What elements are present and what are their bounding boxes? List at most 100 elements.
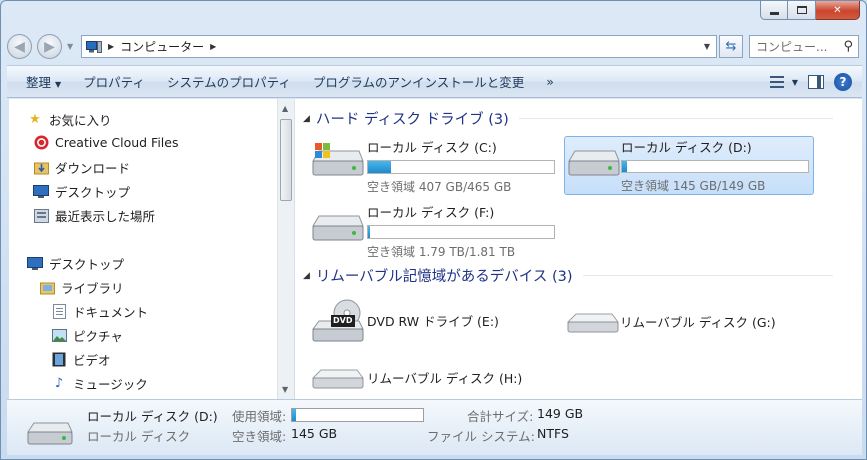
details-total-label: 合計サイズ: [467,409,534,424]
drive-free-space: 空き領域 145 GB/149 GB [621,179,766,193]
downloads-folder-icon [33,160,49,176]
properties-button[interactable]: プロパティ [72,72,156,91]
removable-disk-icon [309,356,365,398]
nav-creative-cloud-label: Creative Cloud Files [55,134,179,150]
nav-downloads[interactable]: ダウンロード [33,158,130,177]
search-input[interactable]: コンピュー... ⚲ [749,35,859,58]
navigation-pane-scrollbar[interactable]: ▲ ▼ [277,99,294,399]
details-filesystem-label: ファイル システム: [427,429,535,444]
chevron-down-icon: ▼ [791,77,798,87]
hard-disk-group-header[interactable]: ◢ ハード ディスク ドライブ (3) [303,108,833,129]
organize-label: 整理 [26,75,52,90]
videos-icon [51,352,67,368]
scroll-down-icon[interactable]: ▼ [282,385,288,394]
removable-group-label: リムーバブル記憶域があるデバイス (3) [315,269,573,285]
drive-tile-d[interactable]: ローカル ディスク (D:) 空き領域 145 GB/149 GB [564,136,814,195]
nav-music-label: ミュージック [73,377,148,392]
nav-music[interactable]: ♪ ミュージック [51,374,148,393]
scroll-up-icon[interactable]: ▲ [282,104,288,113]
removable-disk-icon [564,300,620,342]
drive-name: ローカル ディスク (D:) [621,140,752,155]
group-divider [582,275,833,276]
removable-group-header[interactable]: ◢ リムーバブル記憶域があるデバイス (3) [303,265,833,286]
nav-documents[interactable]: ドキュメント [51,302,148,321]
more-commands-button[interactable]: » [535,74,565,89]
change-view-button[interactable]: ▼ [769,76,798,88]
nav-libraries-label: ライブラリ [61,281,124,296]
preview-pane-icon[interactable] [808,75,824,89]
hard-disk-group-label: ハード ディスク ドライブ (3) [315,112,509,128]
drive-usage-bar [367,160,555,174]
drive-name: DVD RW ドライブ (E:) [367,313,499,329]
documents-icon [51,304,67,320]
breadcrumb-computer[interactable]: コンピューター [120,38,204,55]
nav-libraries[interactable]: ライブラリ [39,278,124,297]
library-icon [39,280,55,296]
drive-tile-g[interactable]: リムーバブル ディスク (G:) [564,299,814,343]
collapse-triangle-icon[interactable]: ◢ [303,114,310,124]
system-properties-button[interactable]: システムのプロパティ [156,72,302,91]
details-drive-type: ローカル ディスク [87,429,191,444]
nav-desktop-favorite[interactable]: デスクトップ [33,182,130,201]
drive-usage-fill [368,226,371,238]
nav-favorites[interactable]: ★ お気に入り [27,110,112,129]
organize-button[interactable]: 整理 ▼ [7,72,72,91]
drive-name: ローカル ディスク (F:) [367,205,495,220]
scroll-thumb[interactable] [280,119,292,201]
details-usage-bar [291,408,424,422]
nav-desktop[interactable]: デスクトップ [27,254,124,273]
minimize-button[interactable] [760,1,788,20]
search-icon: ⚲ [843,39,853,54]
nav-recent-places[interactable]: 最近表示した場所 [33,206,155,225]
collapse-triangle-icon[interactable]: ◢ [303,271,310,281]
nav-documents-label: ドキュメント [73,305,149,320]
nav-pictures[interactable]: ピクチャ [51,326,123,345]
maximize-icon [796,6,807,14]
maximize-button[interactable] [788,1,816,20]
breadcrumb-separator[interactable]: ▶ [108,42,114,51]
details-pane: ローカル ディスク (D:) ローカル ディスク 使用領域: 空き領域: 145… [7,399,862,455]
nav-downloads-label: ダウンロード [55,161,131,176]
forward-button[interactable]: ▶ [37,34,62,59]
refresh-button[interactable]: ⇆ [719,35,743,58]
address-bar[interactable]: ▶ コンピューター ▶ ▼ [81,35,717,58]
creative-cloud-icon [33,134,49,150]
breadcrumb-separator[interactable]: ▶ [210,42,216,51]
drive-tile-c[interactable]: ローカル ディスク (C:) 空き領域 407 GB/465 GB [309,137,559,195]
recent-pages-dropdown[interactable]: ▼ [67,42,73,51]
drive-usage-fill [622,161,628,172]
details-usage-fill [292,409,296,421]
details-free-value: 145 GB [291,426,338,441]
nav-creative-cloud[interactable]: Creative Cloud Files [33,134,179,150]
system-drive-icon [309,137,365,179]
uninstall-program-button[interactable]: プログラムのアンインストールと変更 [302,72,535,91]
help-icon[interactable]: ? [834,73,852,91]
drive-usage-fill [368,161,392,173]
drive-tile-e[interactable]: DVD DVD RW ドライブ (E:) [309,295,559,345]
chevron-down-icon: ▼ [55,80,62,89]
dvd-label: DVD [333,316,353,325]
back-arrow-icon: ◀ [14,38,25,55]
close-button[interactable]: ✕ [816,1,860,20]
back-button[interactable]: ◀ [7,34,32,59]
drive-tile-h[interactable]: リムーバブル ディスク (H:) [309,355,559,399]
close-icon: ✕ [833,4,842,16]
view-options-icon [769,76,784,88]
hard-drive-icon [27,422,73,445]
desktop-icon [27,256,43,272]
hard-drive-icon [565,137,621,179]
nav-videos[interactable]: ビデオ [51,350,111,369]
command-bar-right: ▼ ? [769,73,852,91]
desktop-icon [33,184,49,200]
navigation-row: ◀ ▶ ▼ ▶ コンピューター ▶ ▼ ⇆ コンピュー... ⚲ [7,32,862,62]
computer-icon [86,40,102,53]
command-bar: 整理 ▼ プロパティ システムのプロパティ プログラムのアンインストールと変更 »… [7,65,862,98]
drive-free-space: 空き領域 1.79 TB/1.81 TB [367,245,516,259]
nav-desktop-label: デスクトップ [49,257,125,272]
nav-favorites-label: お気に入り [49,113,112,128]
drive-name: リムーバブル ディスク (G:) [620,314,776,330]
drive-tile-f[interactable]: ローカル ディスク (F:) 空き領域 1.79 TB/1.81 TB [309,202,559,260]
address-dropdown-icon[interactable]: ▼ [704,42,710,51]
content-pane: ◢ ハード ディスク ドライブ (3) ローカル ディスク (C:) 空き領域 … [295,99,862,399]
details-drive-name: ローカル ディスク (D:) [87,409,218,424]
